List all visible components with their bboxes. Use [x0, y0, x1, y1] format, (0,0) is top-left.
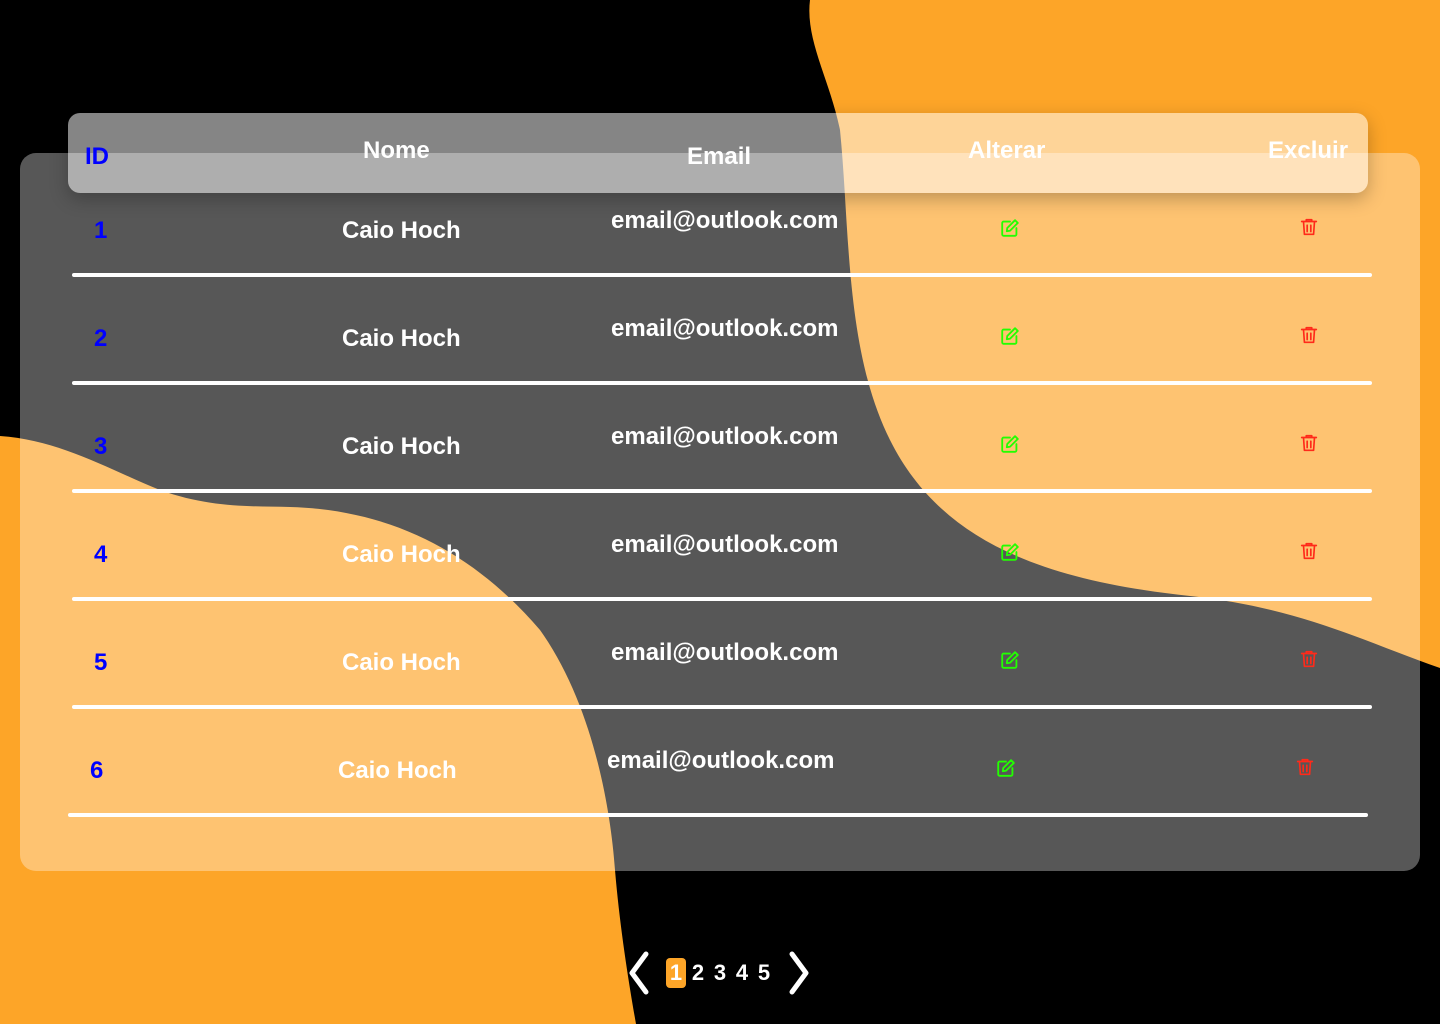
- header-excluir: Excluir: [1268, 137, 1349, 164]
- row-id: 3: [94, 433, 108, 460]
- row-email: email@outlook.com: [611, 531, 839, 558]
- row-email: email@outlook.com: [611, 207, 839, 234]
- row-id: 5: [94, 649, 108, 676]
- table-row: 6 Caio Hoch email@outlook.com: [0, 733, 1440, 841]
- page-4-button[interactable]: 4: [732, 958, 752, 988]
- page-1-button[interactable]: 1: [666, 958, 686, 988]
- row-email: email@outlook.com: [611, 639, 839, 666]
- row-divider: [72, 489, 1372, 493]
- page-2-button[interactable]: 2: [688, 958, 708, 988]
- row-divider: [72, 273, 1372, 277]
- row-nome: Caio Hoch: [342, 541, 461, 568]
- row-nome: Caio Hoch: [342, 649, 461, 676]
- header-id: ID: [85, 143, 109, 170]
- row-email: email@outlook.com: [611, 423, 839, 450]
- edit-icon[interactable]: [999, 541, 1021, 563]
- row-divider: [72, 705, 1372, 709]
- header-nome: Nome: [363, 137, 430, 164]
- trash-icon[interactable]: [1298, 432, 1318, 452]
- table-row: 4 Caio Hoch email@outlook.com: [0, 517, 1440, 625]
- trash-icon[interactable]: [1298, 540, 1318, 560]
- row-nome: Caio Hoch: [342, 325, 461, 352]
- row-nome: Caio Hoch: [342, 433, 461, 460]
- table-row: 1 Caio Hoch email@outlook.com: [0, 193, 1440, 301]
- row-email: email@outlook.com: [607, 747, 835, 774]
- table-row: 2 Caio Hoch email@outlook.com: [0, 301, 1440, 409]
- edit-icon[interactable]: [999, 217, 1021, 239]
- trash-icon[interactable]: [1294, 756, 1314, 776]
- row-id: 6: [90, 757, 104, 784]
- row-nome: Caio Hoch: [342, 217, 461, 244]
- trash-icon[interactable]: [1298, 648, 1318, 668]
- chevron-left-icon[interactable]: [624, 950, 652, 996]
- row-id: 4: [94, 541, 108, 568]
- edit-icon[interactable]: [999, 325, 1021, 347]
- trash-icon[interactable]: [1298, 324, 1318, 344]
- chevron-right-icon[interactable]: [786, 950, 814, 996]
- page-5-button[interactable]: 5: [754, 958, 774, 988]
- row-divider: [68, 813, 1368, 817]
- header-email: Email: [687, 143, 752, 170]
- table-row: 5 Caio Hoch email@outlook.com: [0, 625, 1440, 733]
- header-alterar: Alterar: [968, 137, 1046, 164]
- row-id: 1: [94, 217, 108, 244]
- row-divider: [72, 381, 1372, 385]
- edit-icon[interactable]: [999, 649, 1021, 671]
- edit-icon[interactable]: [999, 433, 1021, 455]
- row-email: email@outlook.com: [611, 315, 839, 342]
- pagination: 1 2 3 4 5: [624, 950, 824, 996]
- edit-icon[interactable]: [995, 757, 1017, 779]
- page: ID Nome Email Alterar Excluir 1 Caio Hoch…: [0, 0, 1440, 1024]
- table-row: 3 Caio Hoch email@outlook.com: [0, 409, 1440, 517]
- row-nome: Caio Hoch: [338, 757, 457, 784]
- row-divider: [72, 597, 1372, 601]
- page-3-button[interactable]: 3: [710, 958, 730, 988]
- trash-icon[interactable]: [1298, 216, 1318, 236]
- row-id: 2: [94, 325, 108, 352]
